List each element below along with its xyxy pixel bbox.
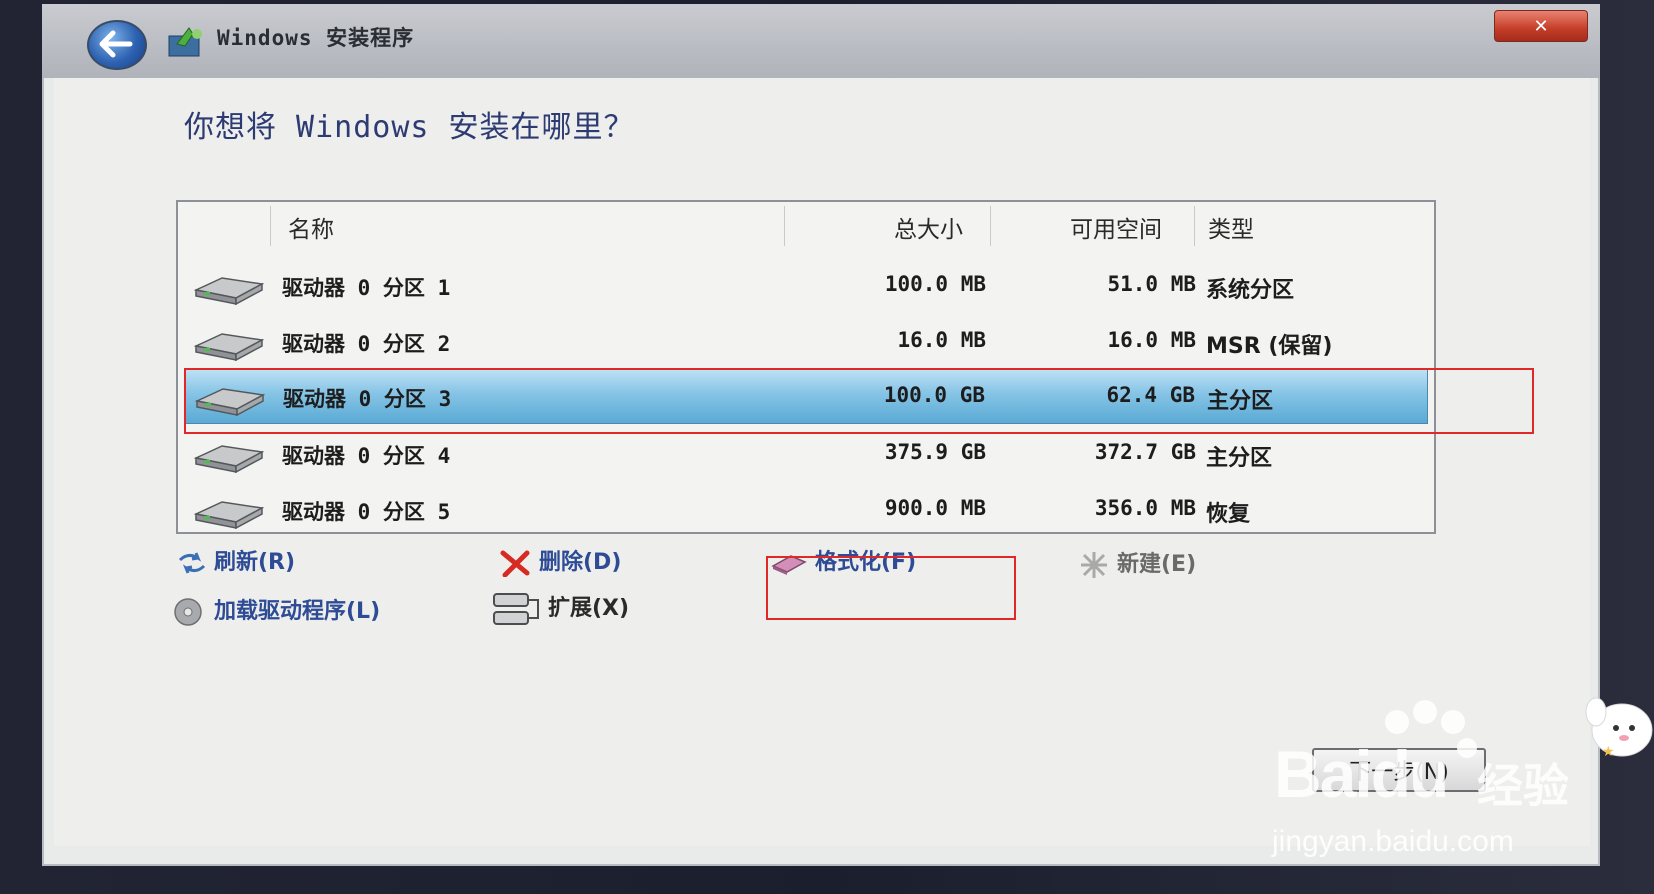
table-header: 名称 总大小 可用空间 类型 <box>178 202 1434 250</box>
partition-free-space: 51.0 MB <box>1107 272 1196 296</box>
setup-app-icon <box>168 27 202 57</box>
partition-name: 驱动器 0 分区 4 <box>282 444 451 468</box>
hard-drive-icon <box>193 333 265 362</box>
column-header-name[interactable]: 名称 <box>288 210 334 244</box>
extend-link[interactable]: 扩展(X) <box>490 590 629 628</box>
column-header-free[interactable]: 可用空间 <box>1070 210 1162 244</box>
window-title: Windows 安装程序 <box>217 26 415 50</box>
column-header-total[interactable]: 总大小 <box>894 210 963 244</box>
partition-free-space: 372.7 GB <box>1094 440 1196 464</box>
page-heading: 你想将 Windows 安装在哪里？ <box>184 110 635 145</box>
highlight-box-selected-partition <box>184 368 1534 434</box>
partition-table: 名称 总大小 可用空间 类型 驱动器 0 分区 1 100.0 MB 51.0 MB… <box>176 200 1436 534</box>
load-driver-label: 加载驱动程序(L) <box>214 599 381 624</box>
partition-name: 驱动器 0 分区 5 <box>282 500 451 524</box>
column-separator <box>784 206 785 246</box>
partition-total-size: 16.0 MB <box>897 328 986 352</box>
new-sparkle-icon <box>1081 552 1107 578</box>
refresh-icon <box>178 552 206 574</box>
refresh-link[interactable]: 刷新(R) <box>176 544 295 576</box>
hard-drive-icon <box>193 501 265 530</box>
hard-drive-icon <box>193 445 265 474</box>
hard-drive-icon <box>193 277 265 306</box>
partition-type: 系统分区 <box>1206 278 1295 303</box>
baidu-logo-text: Baidu <box>1274 737 1449 811</box>
delete-label: 删除(D) <box>539 550 622 575</box>
baidu-jingyan-text: 经验 <box>1477 759 1569 813</box>
refresh-label: 刷新(R) <box>214 550 296 575</box>
column-header-type[interactable]: 类型 <box>1208 210 1254 244</box>
partition-type: 恢复 <box>1206 502 1251 527</box>
delete-link[interactable]: 删除(D) <box>499 544 622 578</box>
highlight-box-format <box>766 556 1016 620</box>
partition-total-size: 100.0 MB <box>884 272 986 296</box>
extend-drive-icon <box>493 593 539 625</box>
svg-text:★: ★ <box>1602 744 1615 760</box>
column-separator <box>990 206 991 246</box>
watermark-url: jingyan.baidu.com <box>1272 825 1514 858</box>
column-separator <box>270 206 271 246</box>
close-button[interactable]: ✕ <box>1494 10 1588 42</box>
baidu-watermark: Baidu 经验 jingyan.baidu.com <box>1262 700 1592 870</box>
new-link[interactable]: 新建(E) <box>1077 546 1196 580</box>
partition-row[interactable]: 驱动器 0 分区 4 375.9 GB 372.7 GB 主分区 <box>184 426 1428 480</box>
delete-x-icon <box>500 550 530 578</box>
back-button[interactable] <box>87 20 147 70</box>
partition-total-size: 375.9 GB <box>884 440 986 464</box>
back-arrow-icon <box>99 30 133 58</box>
partition-row[interactable]: 驱动器 0 分区 1 100.0 MB 51.0 MB 系统分区 <box>184 258 1428 312</box>
column-separator <box>1194 206 1195 246</box>
new-label: 新建(E) <box>1117 552 1197 577</box>
bunny-mascot-icon: ★ <box>1585 697 1653 760</box>
partition-free-space: 16.0 MB <box>1107 328 1196 352</box>
partition-row[interactable]: 驱动器 0 分区 2 16.0 MB 16.0 MB MSR (保留) <box>184 314 1428 368</box>
partition-type: 主分区 <box>1206 446 1273 471</box>
partition-name: 驱动器 0 分区 1 <box>282 276 451 300</box>
partition-total-size: 900.0 MB <box>884 496 986 520</box>
partition-name: 驱动器 0 分区 2 <box>282 332 451 356</box>
partition-type: MSR (保留) <box>1206 334 1333 359</box>
partition-row[interactable]: 驱动器 0 分区 5 900.0 MB 356.0 MB 恢复 <box>184 482 1428 536</box>
extend-label: 扩展(X) <box>548 596 630 621</box>
title-bar: Windows 安装程序 ✕ <box>42 4 1600 78</box>
load-driver-link[interactable]: 加载驱动程序(L) <box>172 593 380 627</box>
disc-icon <box>174 598 202 626</box>
partition-free-space: 356.0 MB <box>1094 496 1196 520</box>
close-icon: ✕ <box>1533 15 1549 37</box>
